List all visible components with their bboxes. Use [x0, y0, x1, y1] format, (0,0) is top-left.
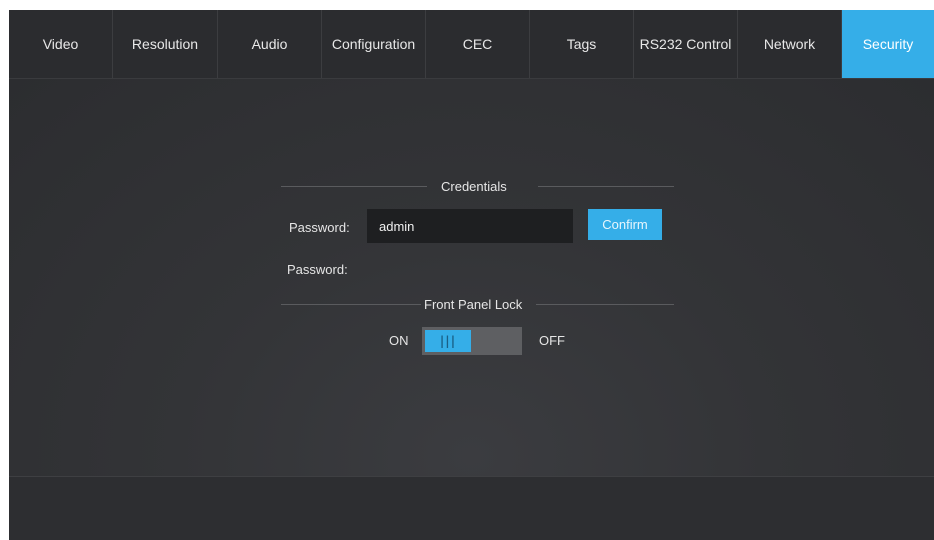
toggle-knob[interactable]: |||: [425, 330, 471, 352]
tab-audio[interactable]: Audio: [218, 10, 322, 78]
front-panel-lock-title: Front Panel Lock: [424, 297, 523, 312]
tab-resolution[interactable]: Resolution: [113, 10, 218, 78]
front-panel-lock-divider-right: [536, 304, 674, 305]
confirm-button[interactable]: Confirm: [588, 209, 662, 240]
tab-security[interactable]: Security: [842, 10, 934, 78]
front-panel-lock-toggle[interactable]: |||: [422, 327, 522, 355]
front-panel-lock-divider-left: [281, 304, 421, 305]
app-window: Video Resolution Audio Configuration CEC…: [9, 10, 934, 540]
tab-rs232-control[interactable]: RS232 Control: [634, 10, 738, 78]
credentials-divider-right: [538, 186, 674, 187]
password-input[interactable]: [367, 209, 573, 243]
credentials-title: Credentials: [441, 179, 507, 194]
tab-bar: Video Resolution Audio Configuration CEC…: [9, 10, 934, 79]
password-label: Password:: [289, 220, 350, 235]
tab-video[interactable]: Video: [9, 10, 113, 78]
tab-configuration[interactable]: Configuration: [322, 10, 426, 78]
tab-tags[interactable]: Tags: [530, 10, 634, 78]
footer-bar: [9, 476, 934, 540]
toggle-off-label: OFF: [539, 333, 565, 348]
security-panel: Credentials Password: Confirm Password: …: [9, 79, 934, 476]
toggle-on-label: ON: [389, 333, 409, 348]
password-label-2: Password:: [287, 262, 348, 277]
credentials-divider-left: [281, 186, 427, 187]
tab-network[interactable]: Network: [738, 10, 842, 78]
grip-icon: |||: [439, 334, 457, 348]
tab-cec[interactable]: CEC: [426, 10, 530, 78]
